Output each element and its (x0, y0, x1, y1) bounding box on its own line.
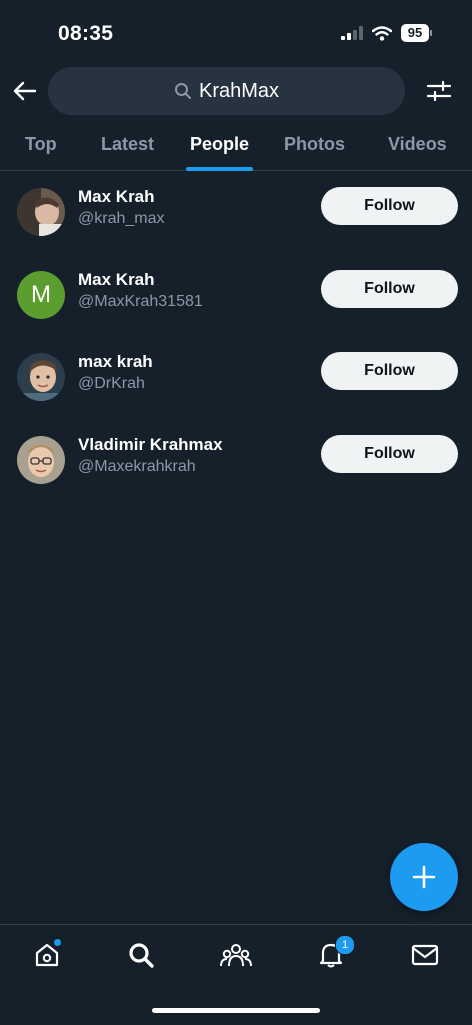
home-notification-dot (54, 939, 61, 946)
user-handle: @MaxKrah31581 (78, 293, 203, 310)
communities-icon (220, 944, 252, 967)
avatar-letter: M (31, 281, 51, 308)
user-name: Max Krah (78, 187, 155, 206)
nav-home[interactable] (27, 939, 67, 971)
user-name: max krah (78, 352, 153, 371)
battery-indicator: 95 (401, 24, 432, 42)
user-name: Vladimir Krahmax (78, 435, 223, 454)
plus-icon (412, 865, 436, 889)
messages-icon (411, 944, 439, 966)
follow-button[interactable]: Follow (321, 187, 458, 225)
status-bar: 08:35 95 (0, 0, 472, 70)
follow-button[interactable]: Follow (321, 352, 458, 390)
tab-latest[interactable]: Latest (101, 134, 154, 155)
follow-button[interactable]: Follow (321, 435, 458, 473)
follow-button[interactable]: Follow (321, 270, 458, 308)
list-item[interactable]: max krah @DrKrah Follow (0, 352, 472, 434)
nav-notifications[interactable]: 1 (311, 935, 355, 971)
search-icon (174, 83, 191, 99)
tab-videos[interactable]: Videos (388, 134, 447, 155)
home-indicator (152, 1008, 320, 1013)
avatar[interactable]: M (17, 271, 65, 319)
wifi-icon (372, 25, 392, 41)
active-tab-indicator (186, 167, 253, 171)
back-button[interactable] (10, 76, 40, 106)
compose-button[interactable] (390, 843, 458, 911)
avatar[interactable] (17, 436, 65, 484)
nav-messages[interactable] (405, 939, 445, 971)
list-item[interactable]: Max Krah @krah_max Follow (0, 187, 472, 269)
search-input[interactable]: KrahMax (48, 67, 405, 115)
tab-photos[interactable]: Photos (284, 134, 345, 155)
notifications-badge: 1 (335, 935, 355, 955)
avatar[interactable] (17, 188, 65, 236)
user-handle: @Maxekrahkrah (78, 458, 196, 475)
sliders-icon (427, 80, 451, 102)
nav-search[interactable] (121, 939, 161, 971)
list-item[interactable]: M Max Krah @MaxKrah31581 Follow (0, 270, 472, 352)
search-icon (129, 943, 154, 968)
nav-communities[interactable] (216, 939, 256, 971)
tab-people[interactable]: People (190, 134, 249, 155)
status-time: 08:35 (58, 22, 114, 45)
arrow-left-icon (13, 81, 37, 101)
avatar[interactable] (17, 353, 65, 401)
user-handle: @krah_max (78, 210, 165, 227)
user-name: Max Krah (78, 270, 155, 289)
search-query: KrahMax (198, 79, 280, 102)
list-item[interactable]: Vladimir Krahmax @Maxekrahkrah Follow (0, 435, 472, 517)
user-handle: @DrKrah (78, 375, 145, 392)
tab-top[interactable]: Top (25, 134, 57, 155)
search-header: KrahMax (0, 66, 472, 116)
battery-level: 95 (401, 24, 429, 42)
cellular-signal-icon (341, 26, 363, 40)
search-settings-button[interactable] (424, 76, 454, 106)
search-tabs: Top Latest People Photos Videos (0, 122, 472, 171)
